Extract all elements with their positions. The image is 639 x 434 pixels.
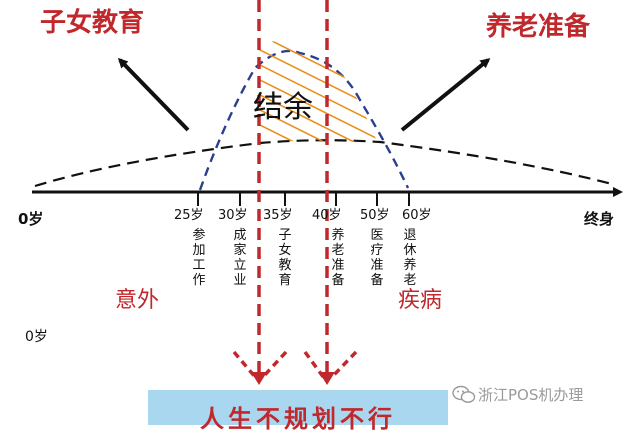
stage-label-pension: 养老准备 xyxy=(331,228,345,288)
age-label-60: 60岁 xyxy=(402,208,432,223)
axis-ticks xyxy=(197,192,410,206)
stage-label-work: 参加工作 xyxy=(192,228,206,288)
bottom-left-age: 0岁 xyxy=(25,329,48,345)
axis-end-label: 终身 xyxy=(584,210,615,228)
stage-label-retirement: 退休养老 xyxy=(403,228,417,288)
age-label-30: 30岁 xyxy=(218,208,248,223)
stage-label-family: 成家立业 xyxy=(233,228,247,288)
age-label-40: 40岁 xyxy=(312,208,342,223)
age-label-50: 50岁 xyxy=(360,208,390,223)
stage-label-education: 子女教育 xyxy=(278,228,292,288)
wechat-icon xyxy=(452,385,476,403)
accident-label: 意外 xyxy=(115,288,160,313)
title-left: 子女教育 xyxy=(40,8,145,38)
age-label-35: 35岁 xyxy=(263,208,293,223)
banner-text: 人生不规划不行 xyxy=(200,404,396,433)
title-right: 养老准备 xyxy=(486,12,591,42)
stage-label-medical: 医疗准备 xyxy=(370,228,384,288)
age-label-25: 25岁 xyxy=(174,208,204,223)
axis-start-label: 0岁 xyxy=(18,210,44,228)
education-arrow xyxy=(117,57,190,132)
retirement-arrow xyxy=(400,58,491,132)
surplus-label: 结余 xyxy=(253,90,313,125)
income-curve xyxy=(34,139,613,188)
illness-label: 疾病 xyxy=(398,288,443,313)
bottom-banner: 人生不规划不行 xyxy=(148,390,448,433)
watermark-text: 浙江POS机办理 xyxy=(478,386,584,404)
